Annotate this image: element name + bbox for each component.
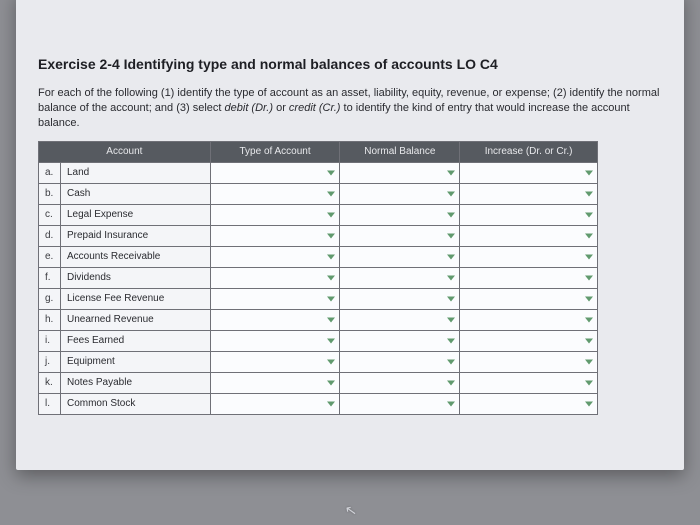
table-row: j.Equipment xyxy=(39,351,598,372)
table-row: e.Accounts Receivable xyxy=(39,246,598,267)
increase-select[interactable] xyxy=(460,246,598,267)
type-of-account-select[interactable] xyxy=(210,330,340,351)
table-row: h.Unearned Revenue xyxy=(39,309,598,330)
type-of-account-select[interactable] xyxy=(210,393,340,414)
increase-select[interactable] xyxy=(460,372,598,393)
normal-balance-select[interactable] xyxy=(340,372,460,393)
desc-mid: or xyxy=(273,102,289,114)
row-account: Unearned Revenue xyxy=(60,309,210,330)
row-letter: j. xyxy=(39,351,61,372)
table-row: i.Fees Earned xyxy=(39,330,598,351)
normal-balance-select[interactable] xyxy=(340,225,460,246)
normal-balance-select[interactable] xyxy=(340,288,460,309)
type-of-account-select[interactable] xyxy=(210,372,340,393)
row-letter: i. xyxy=(39,330,61,351)
header-increase: Increase (Dr. or Cr.) xyxy=(460,141,598,162)
increase-select[interactable] xyxy=(460,162,598,183)
increase-select[interactable] xyxy=(460,288,598,309)
increase-select[interactable] xyxy=(460,330,598,351)
normal-balance-select[interactable] xyxy=(340,267,460,288)
table-row: a.Land xyxy=(39,162,598,183)
type-of-account-select[interactable] xyxy=(210,204,340,225)
row-account: Land xyxy=(60,162,210,183)
row-letter: d. xyxy=(39,225,61,246)
row-letter: g. xyxy=(39,288,61,309)
table-row: b.Cash xyxy=(39,183,598,204)
type-of-account-select[interactable] xyxy=(210,309,340,330)
row-letter: e. xyxy=(39,246,61,267)
row-letter: k. xyxy=(39,372,61,393)
normal-balance-select[interactable] xyxy=(340,351,460,372)
header-account: Account xyxy=(39,141,211,162)
normal-balance-select[interactable] xyxy=(340,309,460,330)
table-row: d.Prepaid Insurance xyxy=(39,225,598,246)
row-account: Cash xyxy=(60,183,210,204)
increase-select[interactable] xyxy=(460,393,598,414)
exercise-title: Exercise 2-4 Identifying type and normal… xyxy=(38,56,662,72)
type-of-account-select[interactable] xyxy=(210,246,340,267)
desc-debit: debit (Dr.) xyxy=(225,102,274,114)
normal-balance-select[interactable] xyxy=(340,393,460,414)
type-of-account-select[interactable] xyxy=(210,225,340,246)
row-account: Equipment xyxy=(60,351,210,372)
table-row: l.Common Stock xyxy=(39,393,598,414)
cursor-icon: ↖ xyxy=(344,501,359,520)
increase-select[interactable] xyxy=(460,204,598,225)
header-type: Type of Account xyxy=(210,141,340,162)
type-of-account-select[interactable] xyxy=(210,162,340,183)
table-row: f.Dividends xyxy=(39,267,598,288)
table-body: a.Landb.Cashc.Legal Expensed.Prepaid Ins… xyxy=(39,162,598,414)
row-account: License Fee Revenue xyxy=(60,288,210,309)
row-letter: h. xyxy=(39,309,61,330)
normal-balance-select[interactable] xyxy=(340,204,460,225)
row-letter: a. xyxy=(39,162,61,183)
row-account: Notes Payable xyxy=(60,372,210,393)
type-of-account-select[interactable] xyxy=(210,351,340,372)
row-letter: f. xyxy=(39,267,61,288)
row-letter: b. xyxy=(39,183,61,204)
row-letter: c. xyxy=(39,204,61,225)
increase-select[interactable] xyxy=(460,267,598,288)
increase-select[interactable] xyxy=(460,183,598,204)
type-of-account-select[interactable] xyxy=(210,183,340,204)
row-account: Dividends xyxy=(60,267,210,288)
header-normal: Normal Balance xyxy=(340,141,460,162)
row-account: Accounts Receivable xyxy=(60,246,210,267)
table-header-row: Account Type of Account Normal Balance I… xyxy=(39,141,598,162)
table-row: k.Notes Payable xyxy=(39,372,598,393)
row-account: Legal Expense xyxy=(60,204,210,225)
row-letter: l. xyxy=(39,393,61,414)
row-account: Fees Earned xyxy=(60,330,210,351)
type-of-account-select[interactable] xyxy=(210,288,340,309)
increase-select[interactable] xyxy=(460,351,598,372)
normal-balance-select[interactable] xyxy=(340,183,460,204)
normal-balance-select[interactable] xyxy=(340,162,460,183)
exercise-description: For each of the following (1) identify t… xyxy=(38,86,662,131)
accounts-table: Account Type of Account Normal Balance I… xyxy=(38,141,598,415)
row-account: Prepaid Insurance xyxy=(60,225,210,246)
normal-balance-select[interactable] xyxy=(340,330,460,351)
normal-balance-select[interactable] xyxy=(340,246,460,267)
type-of-account-select[interactable] xyxy=(210,267,340,288)
table-row: c.Legal Expense xyxy=(39,204,598,225)
worksheet-page: Exercise 2-4 Identifying type and normal… xyxy=(16,0,684,470)
increase-select[interactable] xyxy=(460,225,598,246)
table-row: g.License Fee Revenue xyxy=(39,288,598,309)
desc-credit: credit (Cr.) xyxy=(289,102,341,114)
row-account: Common Stock xyxy=(60,393,210,414)
increase-select[interactable] xyxy=(460,309,598,330)
